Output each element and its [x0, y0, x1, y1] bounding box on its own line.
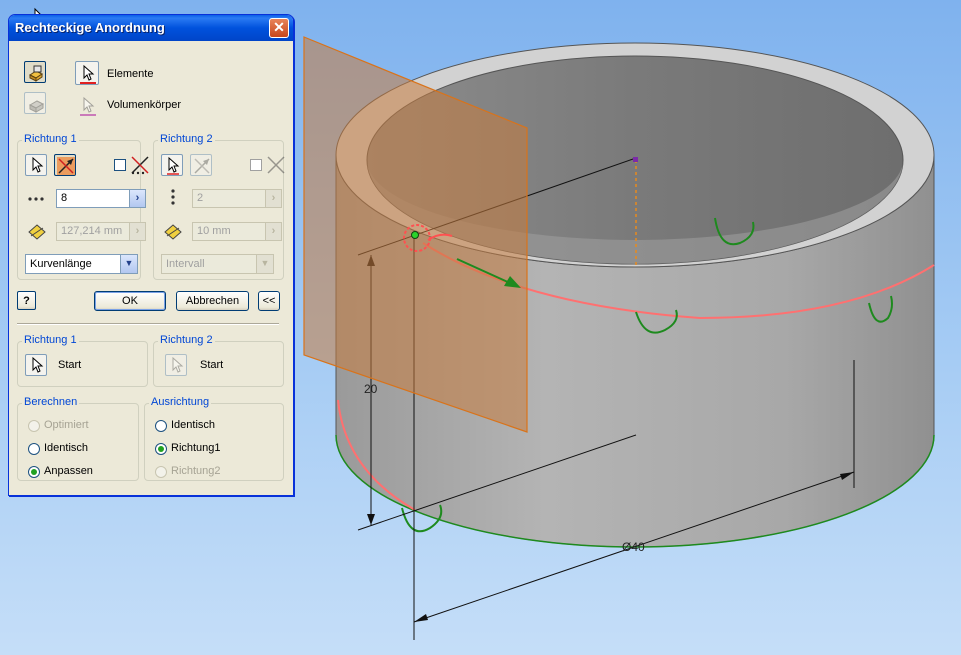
start-direction2-group: Richtung 2 Start: [153, 334, 284, 387]
orientation-identical-radio[interactable]: [155, 420, 167, 432]
start-direction2-legend: Richtung 2: [158, 334, 215, 346]
compute-adjust-label: Anpassen: [44, 465, 93, 477]
compute-identical-radio[interactable]: [28, 443, 40, 455]
select-cursor-icon: [80, 64, 96, 84]
pattern-solids-mode-button[interactable]: [24, 92, 46, 114]
compute-identical-label: Identisch: [44, 442, 89, 454]
distance-icon: [28, 224, 46, 240]
orientation-direction1-label: Richtung1: [171, 442, 221, 454]
direction1-midplane-checkbox[interactable]: [114, 159, 126, 171]
elements-label: Elemente: [107, 68, 154, 80]
start-direction1-select-button[interactable]: [25, 354, 47, 376]
dialog-titlebar[interactable]: Rechteckige Anordnung ✕: [9, 15, 293, 41]
select-cursor-icon: [167, 156, 180, 175]
diameter-dimension-text[interactable]: Ø40: [622, 540, 645, 554]
start-direction1-legend: Richtung 1: [22, 334, 79, 346]
start-direction2-select-button[interactable]: [165, 354, 187, 376]
direction1-flip-button[interactable]: [54, 154, 76, 176]
direction2-group: Richtung 2 2 › 10 mm › Intervall ▼: [153, 133, 285, 280]
start-direction1-label: Start: [58, 359, 82, 371]
direction2-flip-button[interactable]: [190, 154, 212, 176]
orientation-direction2-radio[interactable]: [155, 466, 167, 478]
direction2-count-input[interactable]: 2 ›: [192, 189, 282, 208]
compute-optimized-radio[interactable]: [28, 420, 40, 432]
direction1-legend: Richtung 1: [22, 133, 79, 145]
ok-button[interactable]: OK: [94, 291, 166, 311]
distance-icon: [164, 224, 182, 240]
orientation-identical-label: Identisch: [171, 419, 216, 431]
direction2-legend: Richtung 2: [158, 133, 215, 145]
count-icon: [28, 197, 44, 201]
start-point[interactable]: [411, 231, 419, 239]
cancel-button[interactable]: Abbrechen: [176, 291, 249, 311]
select-solids-button[interactable]: [75, 93, 99, 117]
midplane-icon: [267, 156, 285, 174]
direction2-spacing-value: Intervall: [166, 258, 205, 270]
pattern-features-mode-button[interactable]: [24, 61, 46, 83]
direction1-distance-arrow-button[interactable]: ›: [129, 223, 145, 240]
compute-adjust-radio[interactable]: [28, 466, 40, 478]
direction1-spacing-value: Kurvenlänge: [30, 258, 92, 270]
direction2-spacing-select[interactable]: Intervall ▼: [161, 254, 274, 274]
divider: [17, 323, 279, 325]
flip-direction-icon: [57, 157, 75, 175]
direction1-path-select-button[interactable]: [25, 154, 47, 176]
direction2-distance-input[interactable]: 10 mm ›: [192, 222, 282, 241]
select-cursor-icon: [172, 356, 184, 373]
help-button[interactable]: ?: [17, 291, 36, 310]
select-cursor-icon: [32, 356, 44, 373]
height-dimension-text[interactable]: 20: [364, 382, 378, 396]
direction1-spacing-select[interactable]: Kurvenlänge ▼: [25, 254, 138, 274]
select-cursor-icon: [80, 96, 96, 116]
dialog-title: Rechteckige Anordnung: [15, 20, 165, 35]
select-elements-button[interactable]: [75, 61, 99, 85]
orientation-direction1-radio[interactable]: [155, 443, 167, 455]
compute-optimized-label: Optimiert: [44, 419, 89, 431]
close-button[interactable]: ✕: [269, 18, 289, 38]
direction1-count-value: 8: [61, 192, 68, 204]
solids-mode-icon: [28, 100, 45, 113]
compute-legend: Berechnen: [22, 396, 80, 408]
compute-group: Berechnen Optimiert Identisch Anpassen: [17, 396, 139, 481]
solids-label: Volumenkörper: [107, 99, 181, 111]
collapse-button[interactable]: <<: [258, 291, 280, 311]
start-direction1-group: Richtung 1 Start: [17, 334, 148, 387]
direction2-distance-arrow-button[interactable]: ›: [265, 223, 281, 240]
direction2-path-select-button[interactable]: [161, 154, 183, 176]
direction1-count-input[interactable]: 8 ›: [56, 189, 146, 208]
start-direction2-label: Start: [200, 359, 224, 371]
direction1-distance-value: 127,214 mm: [61, 225, 123, 237]
direction1-group: Richtung 1 8 › 127,214 mm › Kurvenlänge …: [17, 133, 149, 280]
direction2-count-value: 2: [197, 192, 204, 204]
flip-direction-icon: [194, 158, 210, 174]
direction1-count-arrow-button[interactable]: ›: [129, 190, 145, 207]
direction2-count-arrow-button[interactable]: ›: [265, 190, 281, 207]
features-mode-icon: [29, 65, 43, 82]
count-icon: [171, 189, 175, 205]
select-cursor-icon: [32, 156, 44, 173]
orientation-group: Ausrichtung Identisch Richtung1 Richtung…: [144, 396, 284, 481]
orientation-direction2-label: Richtung2: [171, 465, 221, 477]
direction2-midplane-checkbox[interactable]: [250, 159, 262, 171]
orientation-legend: Ausrichtung: [149, 396, 212, 408]
chevron-down-icon[interactable]: ▼: [256, 255, 273, 273]
chevron-down-icon[interactable]: ▼: [120, 255, 137, 273]
direction1-distance-input[interactable]: 127,214 mm ›: [56, 222, 146, 241]
rectangular-pattern-dialog: Rechteckige Anordnung ✕ Elemente Volumen…: [8, 14, 294, 496]
midplane-icon: [131, 156, 149, 175]
direction2-distance-value: 10 mm: [197, 225, 231, 237]
center-point: [633, 157, 638, 162]
